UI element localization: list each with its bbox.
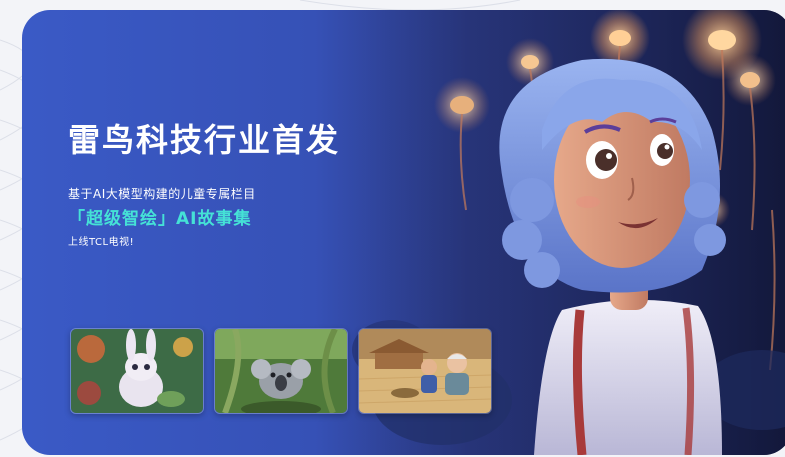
story-thumbnails [70, 328, 492, 414]
banner-subtitle: 基于AI大模型构建的儿童专属栏目 [68, 187, 256, 201]
koala-illustration-icon [215, 329, 347, 413]
bunny-illustration-icon [71, 329, 203, 413]
thumbnail-bunny[interactable] [70, 328, 204, 414]
banner-highlight-title: 「超级智绘」AI故事集 [68, 209, 252, 229]
promo-banner[interactable]: 雷鸟科技行业首发 基于AI大模型构建的儿童专属栏目 「超级智绘」AI故事集 上线… [22, 10, 785, 455]
thumbnail-koala[interactable] [214, 328, 348, 414]
banner-launch-note: 上线TCL电视! [68, 237, 135, 248]
page: 雷鸟科技行业首发 基于AI大模型构建的儿童专属栏目 「超级智绘」AI故事集 上线… [0, 0, 785, 457]
thumbnail-grandpa-child[interactable] [358, 328, 492, 414]
grandpa-child-illustration-icon [359, 329, 491, 413]
banner-headline: 雷鸟科技行业首发 [68, 121, 341, 159]
banner-text-block: 雷鸟科技行业首发 基于AI大模型构建的儿童专属栏目 「超级智绘」AI故事集 上线… [68, 120, 428, 250]
